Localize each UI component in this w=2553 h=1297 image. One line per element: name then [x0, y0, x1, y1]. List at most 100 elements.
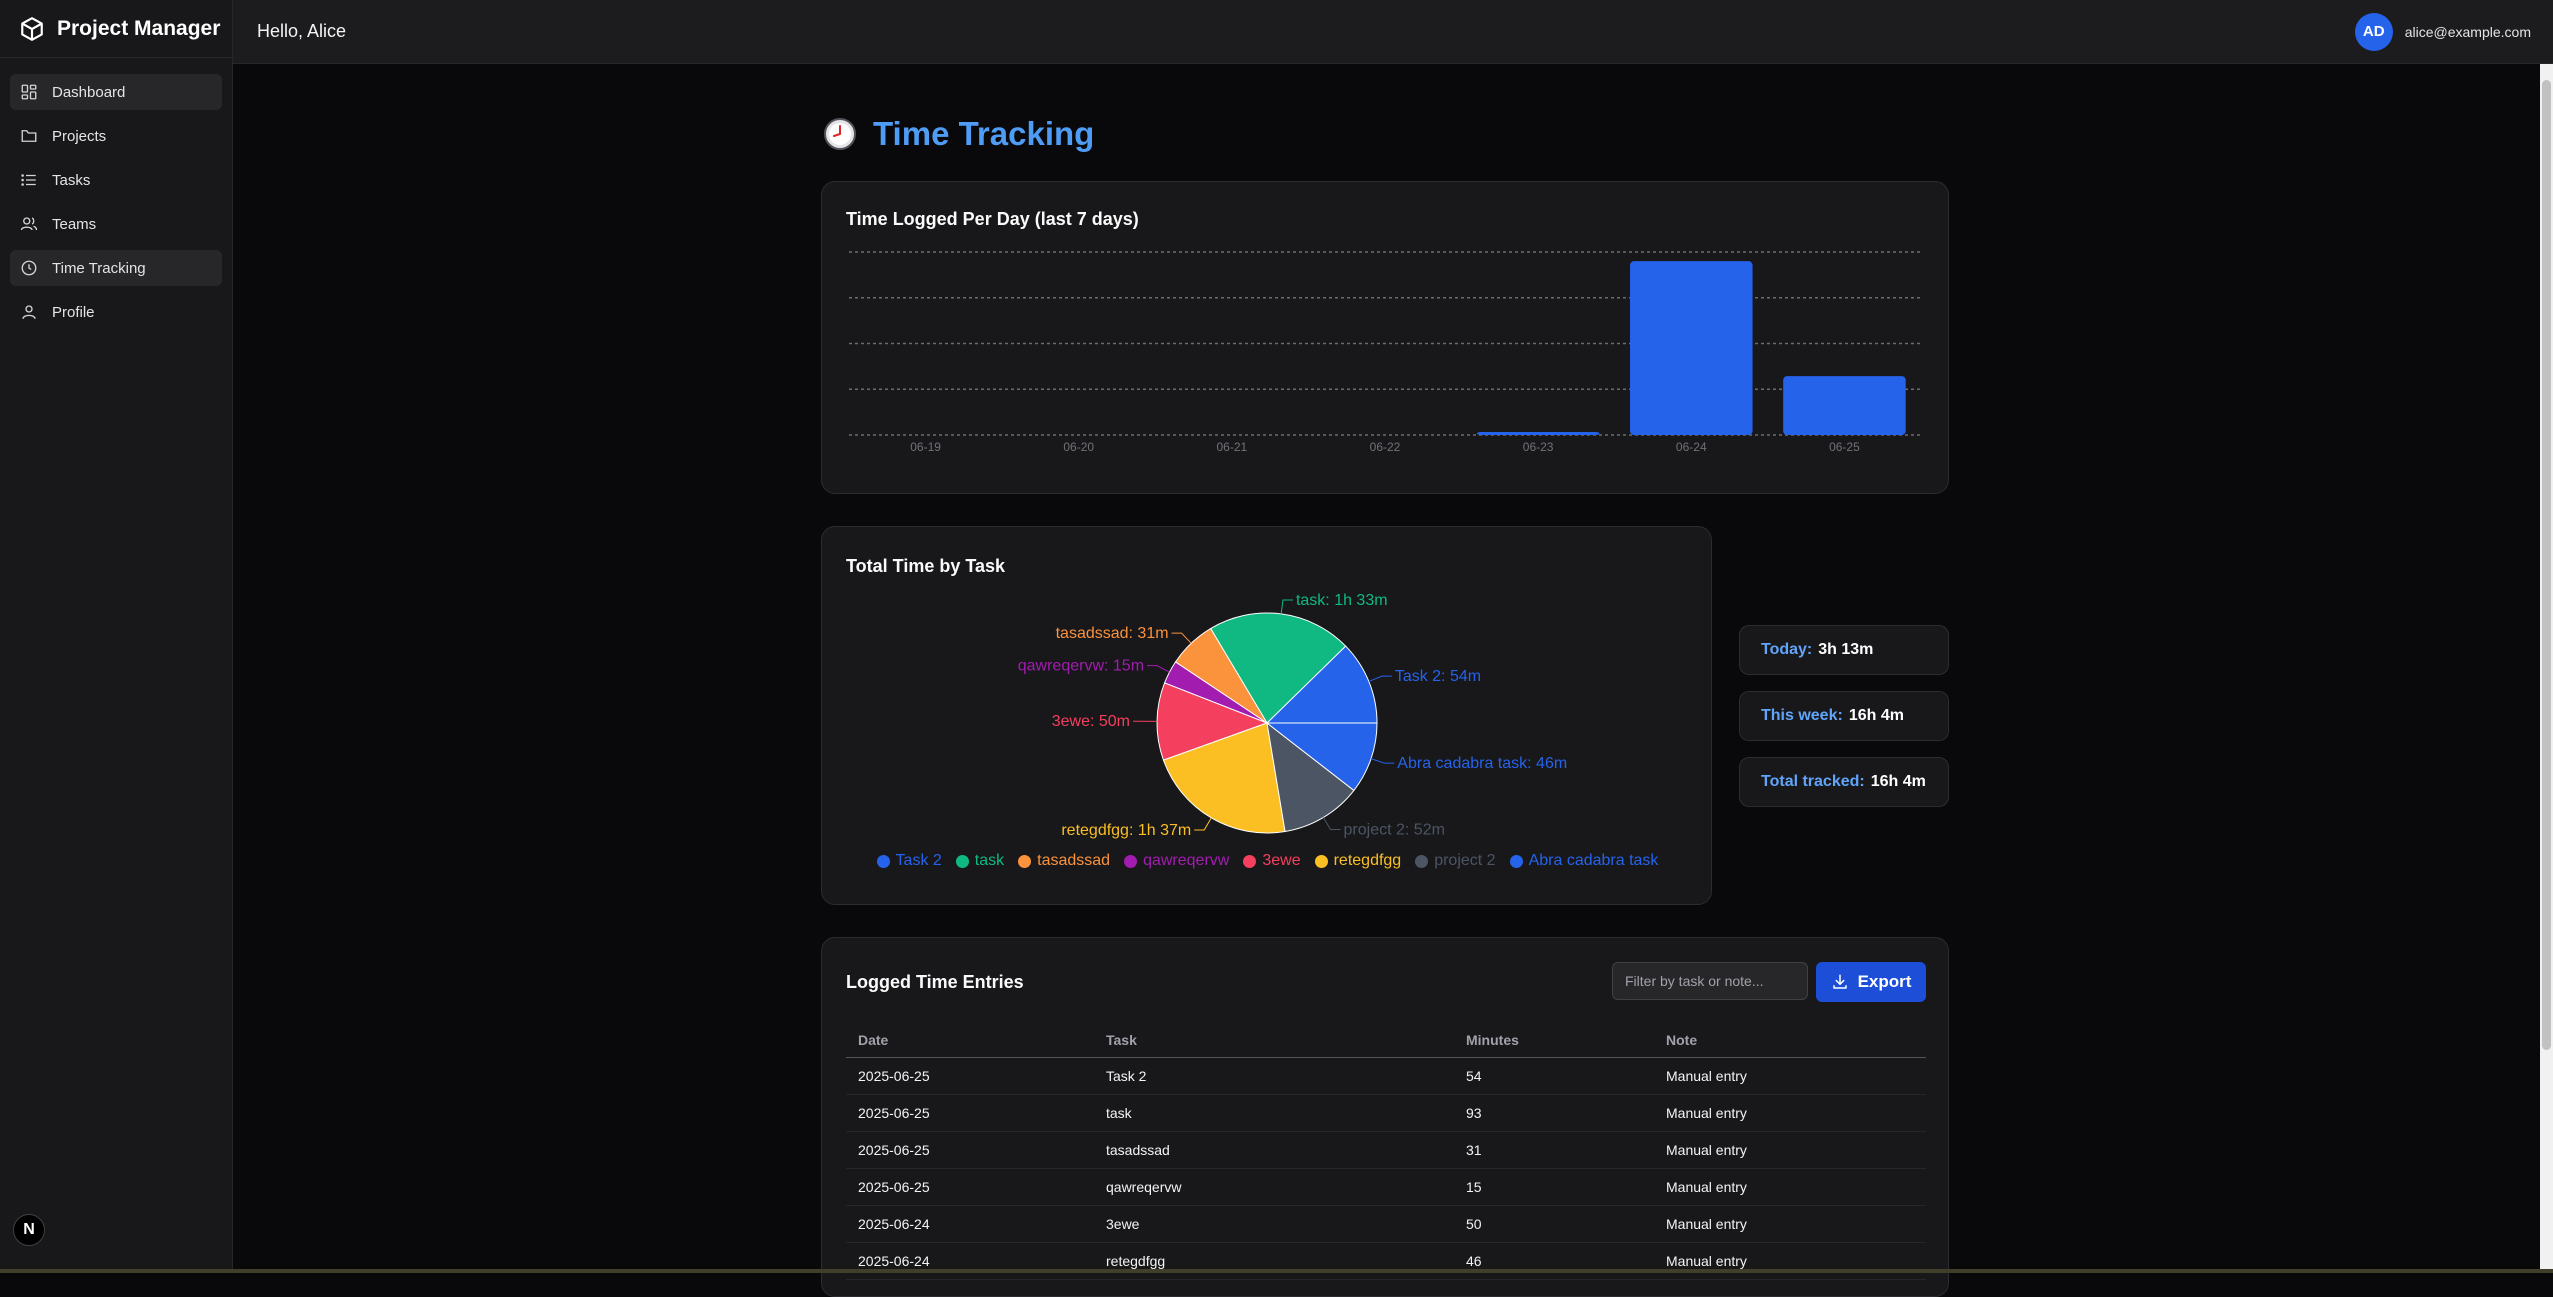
sidebar-item-teams[interactable]: Teams: [10, 206, 222, 242]
legend-swatch: [877, 855, 890, 868]
legend-label: task: [975, 852, 1004, 870]
page-heading: Time Tracking: [873, 115, 1094, 153]
legend-label: Abra cadabra task: [1529, 852, 1659, 870]
user-icon: [20, 303, 38, 321]
table-cell: Manual entry: [1654, 1131, 1926, 1168]
column-header[interactable]: Minutes: [1454, 1024, 1654, 1057]
pie-data-label: task: 1h 33m: [1296, 592, 1388, 609]
table-row[interactable]: 2025-06-25tasadssad31Manual entry: [846, 1131, 1926, 1168]
stat-today-value: 3h 13m: [1818, 641, 1873, 659]
legend-label: qawreqervw: [1143, 852, 1229, 870]
time-by-task-card: Total Time by Task Task 2: 54mtask: 1h 3…: [821, 526, 1712, 905]
table-cell: task: [1094, 1094, 1454, 1131]
sidebar-item-dashboard[interactable]: Dashboard: [10, 74, 222, 110]
legend-item[interactable]: qawreqervw: [1124, 852, 1229, 870]
pie-data-label: project 2: 52m: [1344, 821, 1445, 838]
sidebar-item-label: Dashboard: [52, 84, 125, 101]
table-cell: qawreqervw: [1094, 1168, 1454, 1205]
bar-06-23[interactable]: [1477, 432, 1600, 435]
column-header[interactable]: Task: [1094, 1024, 1454, 1057]
legend-item[interactable]: retegdfgg: [1315, 852, 1402, 870]
avatar[interactable]: AD: [2355, 13, 2393, 51]
brand[interactable]: Project Manager: [0, 0, 232, 58]
column-header[interactable]: Date: [846, 1024, 1094, 1057]
greeting: Hello, Alice: [257, 21, 346, 42]
scrollbar-thumb[interactable]: [2542, 80, 2551, 1050]
legend-item[interactable]: tasadssad: [1018, 852, 1110, 870]
sidebar-item-projects[interactable]: Projects: [10, 118, 222, 154]
bar-06-25[interactable]: [1783, 376, 1906, 435]
time-per-day-card: Time Logged Per Day (last 7 days) 06-190…: [821, 181, 1949, 494]
table-cell: 46: [1454, 1242, 1654, 1279]
pie-data-label: Task 2: 54m: [1395, 668, 1481, 685]
sidebar-item-time-tracking[interactable]: Time Tracking: [10, 250, 222, 286]
pie-data-label: tasadssad: 31m: [1056, 625, 1169, 642]
page-title: Time Tracking: [823, 115, 1094, 153]
table-row[interactable]: 2025-06-243ewe50Manual entry: [846, 1205, 1926, 1242]
x-tick-label: 06-23: [1523, 440, 1554, 454]
sidebar-item-label: Tasks: [52, 172, 90, 189]
legend-swatch: [1510, 855, 1523, 868]
legend-item[interactable]: 3ewe: [1243, 852, 1300, 870]
brand-name: Project Manager: [57, 17, 220, 41]
table-cell: Task 2: [1094, 1057, 1454, 1094]
download-icon: [1831, 973, 1849, 991]
table-row[interactable]: 2025-06-25task93Manual entry: [846, 1094, 1926, 1131]
table-cell: 93: [1454, 1094, 1654, 1131]
table-body: 2025-06-25Task 254Manual entry2025-06-25…: [846, 1057, 1926, 1279]
legend-item[interactable]: task: [956, 852, 1004, 870]
bar-chart: 06-1906-2006-2106-2206-2306-2406-25: [822, 182, 1950, 495]
legend-swatch: [1124, 855, 1137, 868]
bottom-edge: [0, 1269, 2553, 1273]
bar-06-24[interactable]: [1630, 261, 1753, 435]
x-tick-label: 06-24: [1676, 440, 1707, 454]
pie-data-label: qawreqervw: 15m: [1018, 658, 1144, 675]
export-button[interactable]: Export: [1816, 962, 1926, 1002]
x-tick-label: 06-21: [1217, 440, 1248, 454]
table-cell: 2025-06-25: [846, 1094, 1094, 1131]
logged-entries-card: Logged Time Entries Export DateTaskMinut…: [821, 937, 1949, 1297]
x-tick-label: 06-22: [1370, 440, 1401, 454]
legend-swatch: [1018, 855, 1031, 868]
stat-week-label: This week:: [1761, 707, 1843, 725]
stat-week-value: 16h 4m: [1849, 707, 1904, 725]
legend-swatch: [1315, 855, 1328, 868]
filter-input[interactable]: [1612, 962, 1808, 1000]
x-tick-label: 06-25: [1829, 440, 1860, 454]
table-cell: Manual entry: [1654, 1205, 1926, 1242]
legend-swatch: [1243, 855, 1256, 868]
legend-item[interactable]: Abra cadabra task: [1510, 852, 1659, 870]
list-icon: [20, 171, 38, 189]
sidebar-nav: Dashboard Projects Tasks Teams Time Tracking…: [0, 58, 232, 346]
x-tick-label: 06-20: [1063, 440, 1094, 454]
table-cell: 2025-06-25: [846, 1131, 1094, 1168]
pie-data-label: 3ewe: 50m: [1052, 713, 1130, 730]
pie-data-label: retegdfgg: 1h 37m: [1061, 822, 1191, 839]
sidebar-item-label: Profile: [52, 304, 95, 321]
export-label: Export: [1858, 972, 1912, 992]
legend-item[interactable]: project 2: [1415, 852, 1495, 870]
column-header[interactable]: Note: [1654, 1024, 1926, 1057]
clock-emoji-icon: [823, 117, 857, 151]
table-cell: 2025-06-25: [846, 1057, 1094, 1094]
table-cell: retegdfgg: [1094, 1242, 1454, 1279]
sidebar-item-label: Time Tracking: [52, 260, 146, 277]
user-menu[interactable]: AD alice@example.com: [2355, 13, 2531, 51]
sidebar-item-label: Projects: [52, 128, 106, 145]
table-cell: Manual entry: [1654, 1057, 1926, 1094]
sidebar-item-profile[interactable]: Profile: [10, 294, 222, 330]
table-cell: 15: [1454, 1168, 1654, 1205]
legend-swatch: [1415, 855, 1428, 868]
table-row[interactable]: 2025-06-24retegdfgg46Manual entry: [846, 1242, 1926, 1279]
table-cell: Manual entry: [1654, 1168, 1926, 1205]
sidebar-item-tasks[interactable]: Tasks: [10, 162, 222, 198]
pie-label-line: [1147, 666, 1169, 672]
legend-item[interactable]: Task 2: [877, 852, 942, 870]
table-row[interactable]: 2025-06-25qawreqervw15Manual entry: [846, 1168, 1926, 1205]
table-row[interactable]: 2025-06-25Task 254Manual entry: [846, 1057, 1926, 1094]
top-bar: Hello, Alice AD alice@example.com: [233, 0, 2553, 64]
next-logo-icon[interactable]: N: [13, 1214, 45, 1246]
table-cell: 2025-06-24: [846, 1205, 1094, 1242]
stat-total-value: 16h 4m: [1871, 773, 1926, 791]
legend-label: tasadssad: [1037, 852, 1110, 870]
